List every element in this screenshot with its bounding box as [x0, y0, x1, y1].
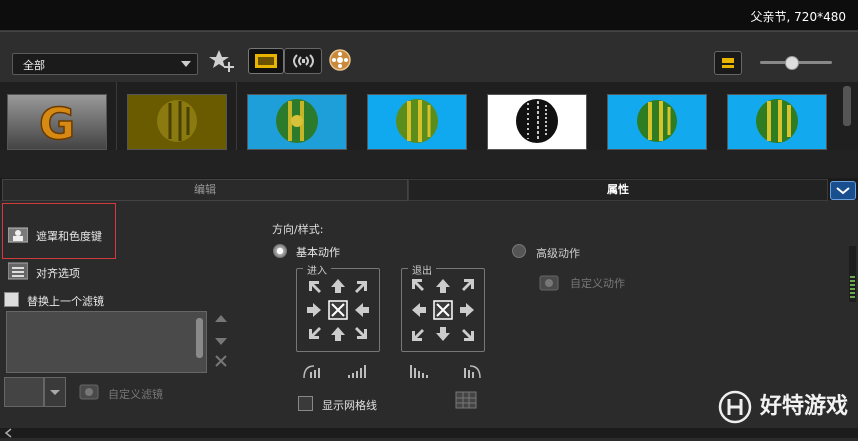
category-dropdown-value: 全部 [23, 59, 45, 72]
chevron-down-icon [181, 61, 191, 67]
balloon-silhouette-icon [516, 99, 558, 143]
audio-wave-icon [293, 54, 314, 68]
align-icon [8, 262, 28, 280]
library-toolbar: 全部 [0, 31, 858, 82]
filter-thumb-2[interactable] [127, 94, 227, 150]
fade-in-icon[interactable] [302, 362, 324, 380]
filter-thumb-4[interactable] [367, 94, 467, 150]
video-filter-button[interactable] [248, 48, 284, 74]
advanced-motion-label: 高级动作 [536, 247, 580, 260]
show-grid-label: 显示网格线 [322, 399, 377, 412]
balloon-icon [396, 99, 438, 143]
audio-filter-button[interactable] [284, 48, 322, 74]
filter-thumb-6[interactable] [607, 94, 707, 150]
title-bar: 父亲节, 720*480 [0, 0, 858, 31]
chevron-left-icon[interactable] [0, 428, 16, 438]
filter-thumb-7[interactable] [727, 94, 827, 150]
film-icon [255, 54, 277, 68]
balloon-icon [637, 100, 677, 142]
custom-filter-label[interactable]: 自定义滤镜 [108, 386, 163, 402]
bottom-scrollbar[interactable] [0, 428, 858, 438]
enter-direction-grid[interactable] [297, 269, 379, 351]
svg-text:G: G [39, 99, 75, 149]
balloon-icon [157, 100, 197, 142]
chevron-down-icon [836, 187, 850, 195]
basic-motion-label: 基本动作 [296, 246, 340, 259]
advanced-motion-radio[interactable] [512, 244, 526, 258]
mask-chroma-key-label: 遮罩和色度键 [36, 230, 102, 243]
exit-direction-grid[interactable] [402, 269, 484, 351]
slider-handle[interactable] [785, 56, 799, 70]
filter-thumb-1[interactable]: G [7, 94, 107, 150]
filter-list-controls [215, 315, 227, 367]
options-tabbar: 编辑 属性 [0, 178, 858, 201]
basic-motion-radio[interactable] [273, 244, 287, 258]
show-grid-checkbox[interactable] [298, 396, 313, 411]
custom-motion-label[interactable]: 自定义动作 [570, 275, 625, 291]
watermark-logo-icon [719, 390, 752, 424]
filter-thumb-3[interactable] [247, 94, 347, 150]
custom-filter-icon [79, 384, 99, 400]
filter-list-scrollbar[interactable] [196, 318, 203, 358]
fade-out-icon[interactable] [460, 362, 482, 380]
mask-person-icon [8, 227, 28, 243]
list-view-icon [722, 58, 734, 68]
tab-properties[interactable]: 属性 [408, 179, 828, 201]
move-down-icon[interactable] [215, 338, 227, 345]
move-up-icon[interactable] [215, 315, 227, 322]
signal-down-icon[interactable] [408, 362, 430, 380]
project-title: 父亲节, 720*480 [750, 10, 846, 24]
filter-thumb-5[interactable] [487, 94, 587, 150]
gold-letter-g-icon: G [38, 98, 76, 149]
applied-filter-list[interactable] [6, 311, 207, 373]
filter-thumbnail-strip: G [0, 82, 858, 150]
delete-icon[interactable] [215, 355, 227, 367]
preset-box[interactable] [4, 377, 44, 407]
plugin-wheel-icon[interactable] [328, 48, 352, 72]
balloon-icon [756, 99, 798, 143]
balloon-icon [276, 99, 318, 143]
watermark: 好特游戏 [718, 388, 848, 424]
strip-scrollbar[interactable] [843, 86, 851, 126]
collapse-button[interactable] [830, 181, 856, 200]
align-options-label: 对齐选项 [36, 267, 80, 280]
exit-group: 退出 [401, 262, 485, 352]
direction-style-label: 方向/样式: [272, 223, 324, 236]
view-toggle-button[interactable] [714, 51, 742, 75]
level-meter [849, 246, 856, 302]
grid-settings-icon[interactable] [453, 390, 479, 410]
signal-up-icon[interactable] [346, 362, 368, 380]
watermark-text: 好特游戏 [759, 394, 848, 419]
enter-group: 进入 [296, 262, 380, 352]
exit-label: 退出 [408, 262, 436, 277]
enter-label: 进入 [303, 262, 331, 277]
replace-filter-checkbox[interactable] [4, 292, 19, 307]
add-favorite-icon[interactable] [208, 48, 238, 74]
preset-dropdown[interactable] [44, 377, 66, 407]
separator [0, 150, 858, 178]
chevron-down-icon [50, 390, 60, 395]
category-dropdown[interactable]: 全部 [12, 53, 198, 75]
custom-motion-icon [539, 275, 559, 291]
tab-edit[interactable]: 编辑 [2, 179, 408, 201]
replace-filter-label: 替换上一个滤镜 [27, 295, 104, 308]
